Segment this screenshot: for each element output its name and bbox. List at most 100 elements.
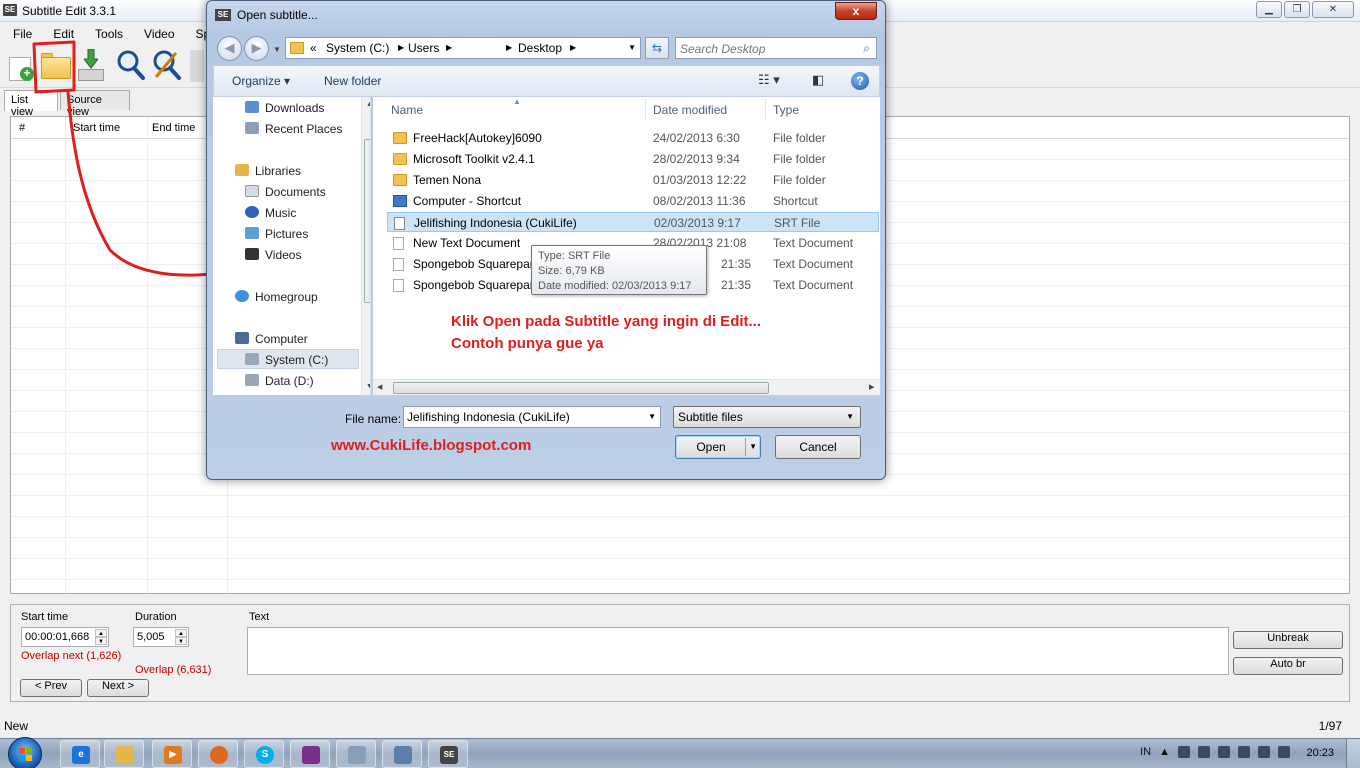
nav-homegroup[interactable]: Homegroup	[255, 290, 318, 304]
taskbar-explorer[interactable]	[104, 740, 144, 768]
show-hidden-icons[interactable]: ▲	[1159, 746, 1170, 758]
column-end-time[interactable]: End time	[152, 122, 195, 134]
column-date-modified[interactable]: Date modified	[653, 103, 727, 117]
start-button[interactable]	[8, 737, 42, 768]
show-desktop-button[interactable]	[1346, 739, 1360, 768]
horizontal-scroll-thumb[interactable]	[393, 382, 769, 394]
duration-spinner[interactable]: ▲ ▼	[175, 629, 187, 645]
file-row[interactable]: Temen Nona 01/03/2013 12:22 File folder	[387, 170, 879, 190]
breadcrumb-overflow[interactable]: «	[310, 41, 317, 55]
taskbar-subtitle-edit[interactable]: SE	[428, 740, 468, 768]
nav-system-c[interactable]: System (C:)	[265, 353, 328, 367]
taskbar-media-player[interactable]: ▶	[152, 740, 192, 768]
new-folder-button[interactable]: New folder	[324, 74, 381, 88]
address-bar[interactable]: « System (C:) ▶ Users ▶ ▶ Desktop ▶ ▼	[285, 37, 641, 59]
volume-icon[interactable]	[1258, 746, 1270, 758]
prev-button[interactable]: < Prev	[20, 679, 82, 697]
forward-button[interactable]: ▶	[244, 36, 269, 61]
unbreak-button[interactable]: Unbreak	[1233, 631, 1343, 649]
tray-icon[interactable]	[1278, 746, 1290, 758]
menu-edit[interactable]: Edit	[40, 24, 82, 44]
new-subtitle-button[interactable]: +	[4, 47, 38, 83]
chevron-right-icon[interactable]: ▶	[506, 43, 512, 52]
find-button[interactable]	[114, 47, 148, 83]
taskbar-internet-explorer[interactable]: e	[60, 740, 100, 768]
scroll-right-arrow[interactable]: ▶	[869, 383, 874, 391]
file-row-selected[interactable]: Jelifishing Indonesia (CukiLife) 02/03/2…	[387, 212, 879, 232]
tab-source-view[interactable]: Source view	[60, 90, 130, 118]
chevron-down-icon[interactable]: ▼	[648, 412, 656, 421]
nav-recent-places[interactable]: Recent Places	[265, 122, 342, 136]
address-dropdown[interactable]: ▼	[628, 43, 636, 52]
nav-downloads[interactable]: Downloads	[265, 101, 324, 115]
close-button[interactable]: ✕	[1312, 1, 1354, 18]
recent-locations-dropdown[interactable]: ▼	[273, 45, 281, 54]
nav-videos[interactable]: Videos	[265, 248, 301, 262]
chevron-down-icon[interactable]: ▼	[749, 436, 757, 458]
file-name-input[interactable]: Jelifishing Indonesia (CukiLife) ▼	[403, 406, 661, 428]
help-icon[interactable]: ?	[851, 72, 869, 90]
file-list-horizontal-scrollbar[interactable]: ◀ ▶	[373, 379, 880, 395]
open-button[interactable]: Open ▼	[675, 435, 761, 459]
file-row[interactable]: FreeHack[Autokey]6090 24/02/2013 6:30 Fi…	[387, 128, 879, 148]
scroll-up-arrow[interactable]: ▲	[366, 101, 370, 108]
nav-music[interactable]: Music	[265, 206, 296, 220]
scroll-left-arrow[interactable]: ◀	[377, 383, 382, 391]
chevron-right-icon[interactable]: ▶	[570, 43, 576, 52]
file-row[interactable]: Microsoft Toolkit v2.4.1 28/02/2013 9:34…	[387, 149, 879, 169]
organize-button[interactable]: Organize ▾	[232, 74, 290, 88]
open-subtitle-button[interactable]	[39, 47, 73, 83]
start-time-input[interactable]: 00:00:01,668 ▲ ▼	[21, 627, 109, 647]
breadcrumb-system-c[interactable]: System (C:)	[326, 41, 389, 55]
preview-pane-icon[interactable]: ◧	[812, 72, 824, 88]
maximize-button[interactable]: ❐	[1284, 1, 1310, 18]
nav-pictures[interactable]: Pictures	[265, 227, 308, 241]
tray-icon[interactable]	[1218, 746, 1230, 758]
cancel-button[interactable]: Cancel	[775, 435, 861, 459]
taskbar-app[interactable]	[336, 740, 376, 768]
change-view-icon[interactable]: ☷ ▾	[758, 72, 780, 88]
navigation-pane[interactable]: Downloads Recent Places Libraries Docume…	[213, 97, 371, 395]
back-button[interactable]: ◀	[217, 36, 242, 61]
taskbar-firefox[interactable]	[198, 740, 238, 768]
minimize-button[interactable]: ▁	[1256, 1, 1282, 18]
taskbar-skype[interactable]: S	[244, 740, 284, 768]
column-name[interactable]: Name	[391, 103, 423, 117]
menu-file[interactable]: File	[0, 24, 40, 44]
chevron-right-icon[interactable]: ▶	[398, 43, 404, 52]
breadcrumb-users[interactable]: Users	[408, 41, 439, 55]
language-indicator[interactable]: IN	[1140, 746, 1151, 758]
search-field[interactable]: ⌕	[675, 37, 877, 59]
menu-tools[interactable]: Tools	[82, 24, 131, 44]
taskbar-winrar[interactable]	[290, 740, 330, 768]
nav-computer[interactable]: Computer	[255, 332, 308, 346]
menu-video[interactable]: Video	[131, 24, 182, 44]
taskbar-window[interactable]	[382, 740, 422, 768]
network-icon[interactable]	[1238, 746, 1250, 758]
file-row[interactable]: Computer - Shortcut 08/02/2013 11:36 Sho…	[387, 191, 879, 211]
search-input[interactable]	[680, 41, 850, 56]
tab-list-view[interactable]: List view	[4, 90, 58, 118]
nav-data-d[interactable]: Data (D:)	[265, 374, 314, 388]
scroll-thumb[interactable]	[364, 139, 370, 303]
refresh-button[interactable]: ⇆	[645, 37, 669, 59]
action-center-icon[interactable]	[1178, 746, 1190, 758]
auto-br-button[interactable]: Auto br	[1233, 657, 1343, 675]
duration-input[interactable]: 5,005 ▲ ▼	[133, 627, 189, 647]
column-start-time[interactable]: Start time	[73, 122, 120, 134]
file-type-select[interactable]: Subtitle files ▼	[673, 406, 861, 428]
next-button[interactable]: Next >	[87, 679, 149, 697]
nav-documents[interactable]: Documents	[265, 185, 326, 199]
scroll-down-arrow[interactable]: ▼	[366, 383, 370, 390]
chevron-right-icon[interactable]: ▶	[446, 43, 452, 52]
tray-icon[interactable]	[1198, 746, 1210, 758]
nav-pane-scrollbar[interactable]: ▲ ▼	[361, 97, 370, 395]
search-icon[interactable]: ⌕	[863, 41, 870, 56]
save-button[interactable]	[74, 47, 108, 83]
dialog-close-button[interactable]: x	[835, 2, 877, 20]
column-number[interactable]: #	[19, 122, 25, 134]
nav-libraries[interactable]: Libraries	[255, 164, 301, 178]
start-time-spinner[interactable]: ▲ ▼	[95, 629, 107, 645]
column-type[interactable]: Type	[773, 103, 799, 117]
replace-button[interactable]	[150, 47, 184, 83]
